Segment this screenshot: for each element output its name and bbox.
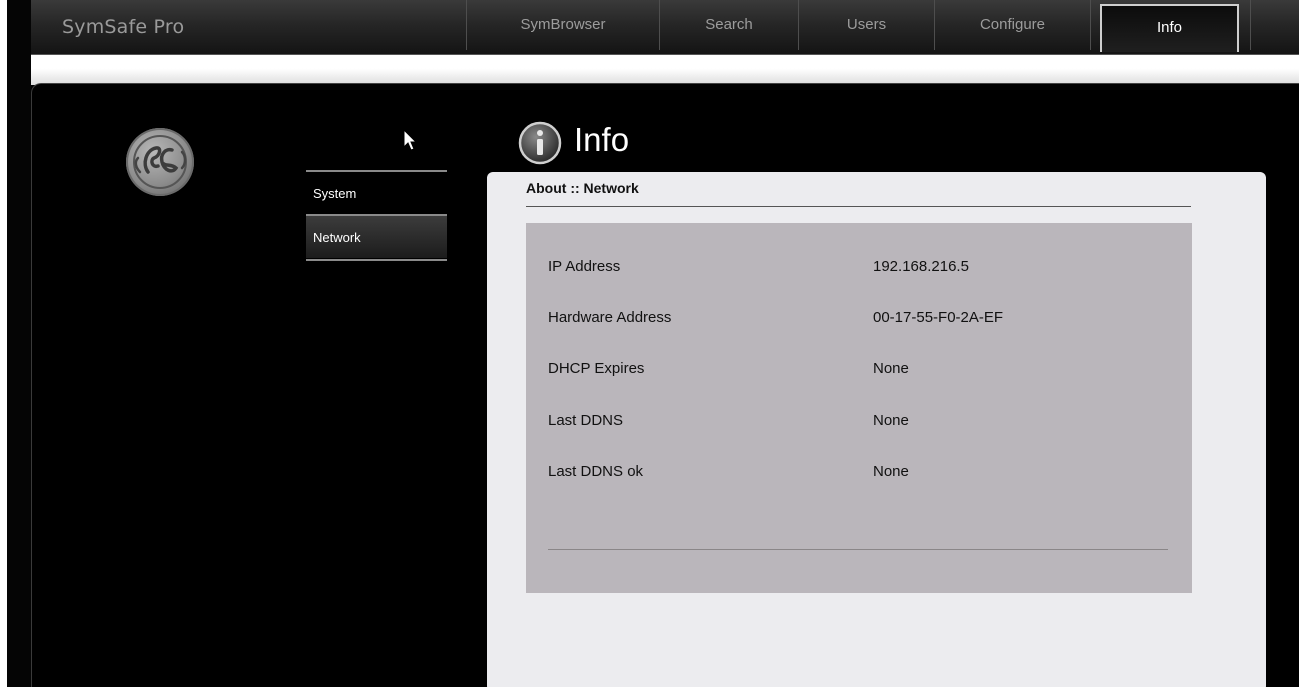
- hardware-address-label: Hardware Address: [548, 309, 672, 326]
- page-title: Info: [574, 121, 630, 158]
- sidebar-divider: [306, 170, 447, 172]
- sidebar-item-network[interactable]: Network: [306, 216, 447, 258]
- tab-users[interactable]: Users: [799, 0, 934, 50]
- ge-logo-icon: [126, 128, 194, 196]
- network-info-box: [526, 223, 1192, 593]
- last-ddns-ok-label: Last DDNS ok: [548, 463, 644, 480]
- sidebar-divider: [306, 259, 447, 261]
- ip-address-label: IP Address: [548, 258, 621, 275]
- top-nav-bar: SymSafe Pro SymBrowser Search Users Conf…: [31, 0, 1299, 55]
- dhcp-expires-value: None: [873, 360, 909, 377]
- info-box-divider: [548, 549, 1168, 550]
- hardware-address-value: 00-17-55-F0-2A-EF: [873, 309, 1004, 326]
- nav-divider: [1250, 0, 1251, 50]
- tab-configure[interactable]: Configure: [935, 0, 1090, 50]
- dhcp-expires-label: DHCP Expires: [548, 360, 645, 377]
- mouse-cursor-icon: [402, 128, 418, 158]
- tab-info[interactable]: Info: [1100, 4, 1239, 52]
- app-title: SymSafe Pro: [62, 16, 185, 38]
- tab-search[interactable]: Search: [660, 0, 798, 50]
- left-edge: [0, 0, 7, 687]
- sidebar-item-system[interactable]: System: [306, 176, 447, 212]
- nav-divider: [1090, 0, 1091, 50]
- last-ddns-ok-value: None: [873, 463, 909, 480]
- last-ddns-label: Last DDNS: [548, 412, 624, 429]
- section-heading: About :: Network: [526, 180, 639, 196]
- ip-address-value: 192.168.216.5: [873, 258, 969, 275]
- toolbar-strip: [31, 55, 1299, 85]
- last-ddns-value: None: [873, 412, 909, 429]
- tab-symbrowser[interactable]: SymBrowser: [467, 0, 659, 50]
- heading-divider: [526, 206, 1191, 207]
- window-frame: [7, 0, 31, 687]
- info-circle-icon: [517, 120, 563, 171]
- app-window: SymSafe Pro SymBrowser Search Users Conf…: [0, 0, 1299, 687]
